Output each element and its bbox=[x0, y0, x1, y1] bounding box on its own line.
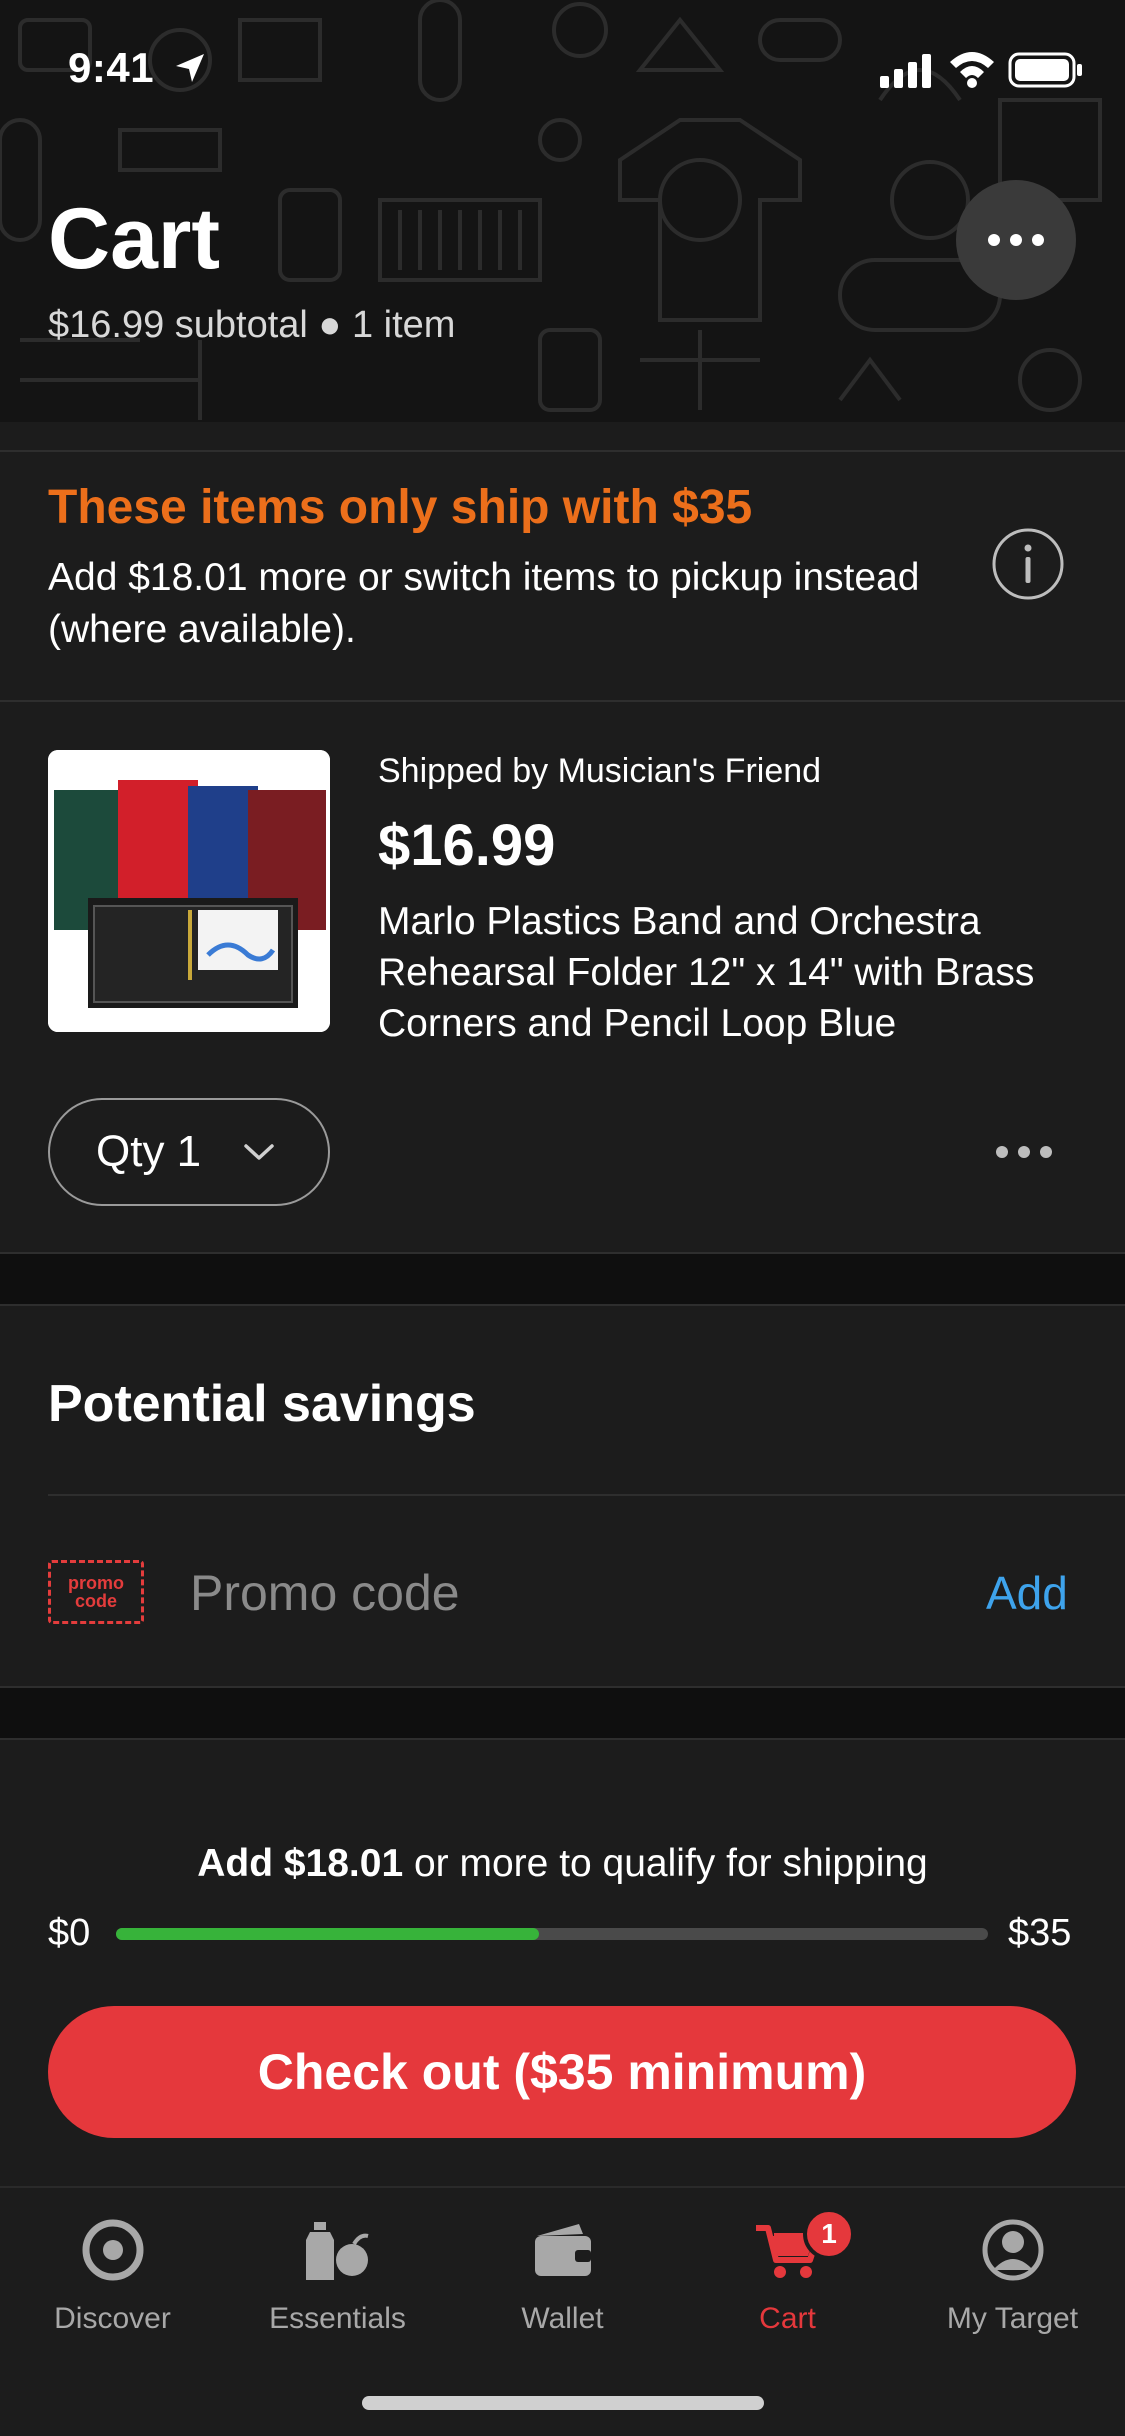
tab-label: Cart bbox=[759, 2302, 816, 2335]
section-divider bbox=[0, 1304, 1125, 1306]
tab-cart[interactable]: 1 Cart bbox=[675, 2208, 900, 2354]
tab-my-target[interactable]: My Target bbox=[900, 2214, 1125, 2354]
progress-end-label: $35 bbox=[1008, 1912, 1072, 1954]
shipping-progress-fill bbox=[116, 1928, 539, 1940]
page-title: Cart bbox=[48, 191, 221, 287]
cart-header: 9:41 Cart $16.99 subtotal ● 1 item bbox=[0, 0, 1125, 422]
tab-discover[interactable]: Discover bbox=[0, 2214, 225, 2354]
more-dot bbox=[1040, 1146, 1052, 1158]
promo-icon-text: code bbox=[74, 1591, 117, 1611]
profile-icon bbox=[982, 2219, 1043, 2281]
cart-screen: 9:41 Cart $16.99 subtotal ● 1 item These… bbox=[0, 0, 1125, 2436]
wifi-icon bbox=[950, 52, 994, 88]
chevron-down-icon bbox=[244, 1144, 274, 1160]
product-name[interactable]: Marlo Plastics Band and Orchestra Rehear… bbox=[378, 896, 1078, 1049]
cart-summary: $16.99 subtotal ● 1 item bbox=[48, 304, 456, 346]
checkout-button[interactable]: Check out ($35 minimum) bbox=[48, 2006, 1076, 2138]
cellular-signal-icon bbox=[880, 54, 931, 88]
battery-icon bbox=[1008, 52, 1082, 88]
tab-label: Discover bbox=[54, 2302, 171, 2335]
section-divider bbox=[0, 700, 1125, 702]
section-divider bbox=[0, 1738, 1125, 1740]
item-more-options-button[interactable] bbox=[996, 1140, 1060, 1164]
wallet-icon bbox=[534, 2224, 591, 2276]
shipping-progress-message: Add $18.01 or more to qualify for shippi… bbox=[0, 1842, 1125, 1886]
shipping-threshold-title: These items only ship with $35 bbox=[48, 481, 753, 534]
location-arrow-icon bbox=[176, 54, 204, 82]
status-time: 9:41 bbox=[68, 44, 155, 91]
section-divider bbox=[0, 1686, 1125, 1688]
promo-code-input[interactable] bbox=[190, 1556, 910, 1630]
tab-label: My Target bbox=[946, 2302, 1079, 2335]
section-divider bbox=[48, 1494, 1125, 1496]
cart-more-options-button[interactable] bbox=[956, 180, 1076, 300]
product-seller: Shipped by Musician's Friend bbox=[378, 752, 822, 790]
section-spacer bbox=[0, 1254, 1125, 1304]
shipping-progress-bar bbox=[116, 1928, 988, 1940]
more-dot bbox=[1032, 234, 1044, 246]
discover-icon bbox=[82, 2219, 143, 2281]
more-dot bbox=[996, 1146, 1008, 1158]
section-divider bbox=[0, 450, 1125, 452]
promo-icon-text: promo bbox=[68, 1573, 124, 1593]
product-price: $16.99 bbox=[378, 813, 556, 878]
shipping-amount-needed: Add $18.01 bbox=[197, 1842, 404, 1885]
shipping-threshold-description: Add $18.01 more or switch items to picku… bbox=[48, 556, 920, 651]
tab-essentials[interactable]: Essentials bbox=[225, 2214, 450, 2354]
status-bar: 9:41 bbox=[0, 0, 1125, 140]
more-dot bbox=[988, 234, 1000, 246]
quantity-label: Qty 1 bbox=[96, 1127, 202, 1176]
shipping-message-text: or more to qualify for shipping bbox=[403, 1842, 928, 1885]
progress-start-label: $0 bbox=[48, 1912, 91, 1954]
more-dot bbox=[1010, 234, 1022, 246]
cart-count-badge: 1 bbox=[803, 2208, 855, 2260]
add-promo-button[interactable]: Add bbox=[986, 1566, 1068, 1620]
promo-code-icon: promo code bbox=[48, 1560, 144, 1624]
potential-savings-title: Potential savings bbox=[48, 1375, 476, 1433]
home-indicator[interactable] bbox=[362, 2396, 764, 2410]
folder-product-illustration bbox=[48, 750, 330, 1032]
tab-label: Essentials bbox=[269, 2302, 406, 2335]
product-image[interactable] bbox=[48, 750, 330, 1032]
quantity-dropdown[interactable]: Qty 1 bbox=[48, 1098, 330, 1206]
more-dot bbox=[1018, 1146, 1030, 1158]
tab-wallet[interactable]: Wallet bbox=[450, 2214, 675, 2354]
tab-label: Wallet bbox=[521, 2302, 604, 2335]
info-icon[interactable] bbox=[990, 526, 1066, 602]
section-divider bbox=[0, 1252, 1125, 1254]
essentials-icon bbox=[305, 2222, 368, 2280]
section-spacer bbox=[0, 1688, 1125, 1738]
